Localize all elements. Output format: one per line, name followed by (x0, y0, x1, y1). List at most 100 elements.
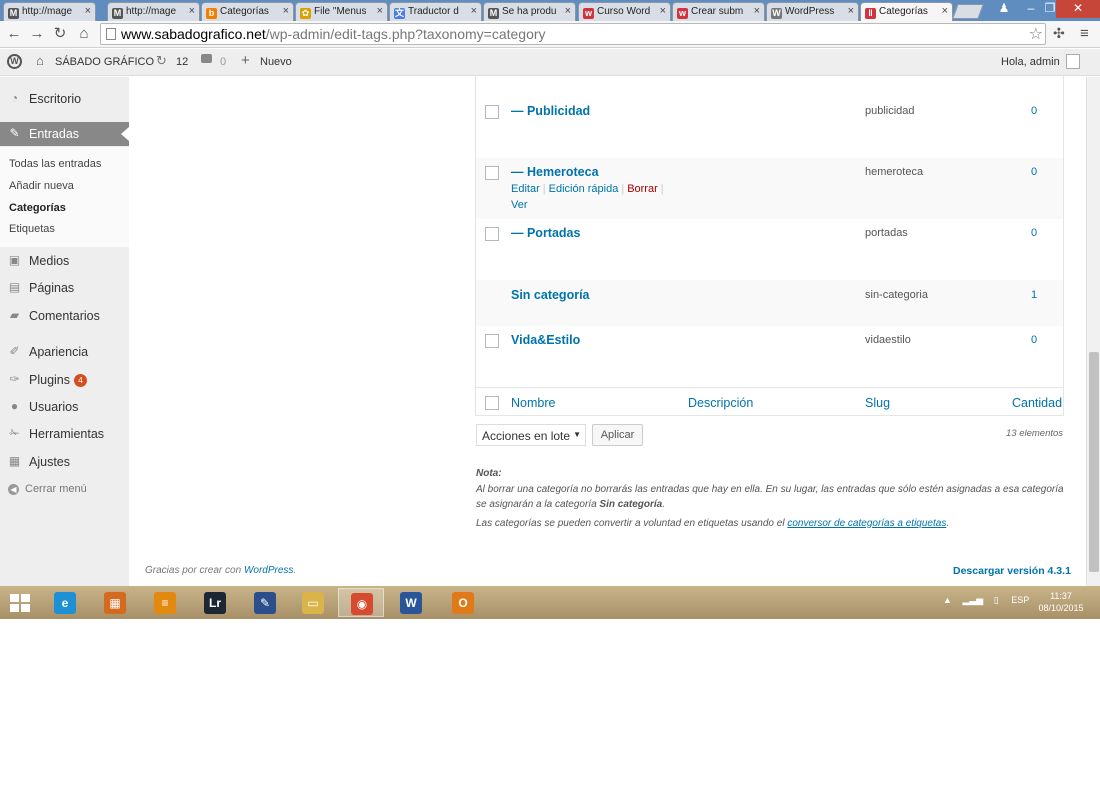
quick-edit-link[interactable]: Edición rápida (549, 183, 619, 195)
wordpress-link[interactable]: WordPress (244, 565, 293, 576)
show-hidden-icons-icon[interactable]: ▲ (943, 595, 952, 605)
comments-count[interactable]: 0 (220, 56, 226, 68)
category-count-link[interactable]: 0 (1031, 166, 1037, 178)
home-icon[interactable]: ⌂ (36, 53, 44, 68)
tab-close-icon[interactable]: × (848, 5, 854, 17)
category-converter-link[interactable]: conversor de categorías a etiquetas (787, 518, 946, 529)
browser-tab[interactable]: Mhttp://mage × (107, 2, 200, 21)
home-icon[interactable]: ⌂ (75, 25, 93, 43)
tab-close-icon[interactable]: × (565, 5, 571, 17)
howdy-account-link[interactable]: Hola, admin (1001, 56, 1060, 68)
sidebar-item-herramientas[interactable]: ✁ Herramientas (0, 422, 129, 446)
select-all-checkbox[interactable] (485, 396, 499, 410)
browser-tab[interactable]: 文 Traductor d × (389, 2, 482, 21)
sidebar-item-paginas[interactable]: ▤ Páginas (0, 276, 129, 300)
network-icon[interactable]: ▂▃▅ (962, 595, 983, 605)
plus-icon[interactable]: + (241, 52, 250, 69)
submenu-todas-las-entradas[interactable]: Todas las entradas (9, 158, 101, 170)
close-window-icon[interactable]: ✕ (1056, 0, 1100, 18)
battery-icon[interactable]: ▯ (994, 595, 999, 605)
row-checkbox[interactable] (485, 227, 499, 241)
forward-icon[interactable]: → (28, 25, 46, 43)
category-name-link[interactable]: — Portadas (511, 226, 580, 240)
sidebar-item-comentarios[interactable]: ▰ Comentarios (0, 304, 129, 328)
avatar[interactable] (1066, 54, 1080, 69)
url-text[interactable]: www.sabadografico.net/wp-admin/edit-tags… (121, 26, 546, 42)
taskbar-app-chrome[interactable]: ◉ (338, 588, 384, 617)
browser-tab[interactable]: Mhttp://mage × (3, 2, 96, 21)
browser-tab[interactable]: W WordPress × (766, 2, 859, 21)
browser-menu-icon[interactable]: ≡ (1080, 25, 1089, 42)
sidebar-item-plugins[interactable]: ✑ Plugins 4 (0, 368, 129, 392)
submenu-etiquetas[interactable]: Etiquetas (9, 223, 55, 235)
browser-tab[interactable]: ✿ File "Menus × (295, 2, 388, 21)
collapse-menu-button[interactable]: ◀ Cerrar menú (8, 483, 87, 495)
updates-icon[interactable]: ↻ (156, 53, 167, 69)
sidebar-item-ajustes[interactable]: ▦ Ajustes (0, 450, 129, 474)
tab-close-icon[interactable]: × (471, 5, 477, 17)
tab-close-icon[interactable]: × (189, 5, 195, 17)
comments-icon[interactable] (201, 54, 212, 63)
browser-tab[interactable]: b Categorías × (201, 2, 294, 21)
taskbar-app-ie[interactable]: e (42, 588, 88, 617)
tab-close-icon[interactable]: × (85, 5, 91, 17)
sidebar-item-medios[interactable]: ▣ Medios (0, 249, 129, 273)
row-checkbox[interactable] (485, 105, 499, 119)
page-scrollbar[interactable] (1086, 77, 1100, 586)
column-header-slug[interactable]: Slug (865, 396, 890, 410)
extension-icon[interactable]: ✣ (1053, 25, 1065, 42)
taskbar-clock[interactable]: 11:37 08/10/2015 (1036, 590, 1086, 614)
submenu-categorias[interactable]: Categorías (9, 202, 66, 214)
category-name-link[interactable]: — Hemeroteca (511, 165, 599, 179)
browser-tab[interactable]: M Se ha produ × (483, 2, 576, 21)
submenu-anadir-nueva[interactable]: Añadir nueva (9, 180, 74, 192)
taskbar-app-store[interactable]: ▦ (92, 588, 138, 617)
category-count-link[interactable]: 1 (1031, 289, 1037, 301)
tab-close-icon[interactable]: × (283, 5, 289, 17)
column-header-count[interactable]: Cantidad (1012, 396, 1062, 410)
download-version-link[interactable]: Descargar versión 4.3.1 (953, 565, 1071, 577)
edit-link[interactable]: Editar (511, 183, 540, 195)
category-count-link[interactable]: 0 (1031, 227, 1037, 239)
wordpress-logo-icon[interactable]: W (7, 54, 22, 69)
tab-close-icon[interactable]: × (754, 5, 760, 17)
taskbar-app-outlook[interactable]: O (440, 588, 486, 617)
taskbar-app-lightroom[interactable]: Lr (192, 588, 238, 617)
browser-tab[interactable]: w Curso Word × (578, 2, 671, 21)
bookmark-star-icon[interactable]: ☆ (1029, 24, 1043, 44)
taskbar-app-explorer[interactable]: ▭ (290, 588, 336, 617)
apply-button[interactable]: Aplicar (592, 424, 643, 446)
category-name-link[interactable]: — Publicidad (511, 104, 590, 118)
tab-close-icon[interactable]: × (377, 5, 383, 17)
row-checkbox[interactable] (485, 166, 499, 180)
category-count-link[interactable]: 0 (1031, 105, 1037, 117)
taskbar-app-pen[interactable]: ✎ (242, 588, 288, 617)
sidebar-item-escritorio[interactable]: ◔ Escritorio (0, 87, 129, 111)
windows-start-icon[interactable] (10, 594, 30, 612)
sidebar-item-usuarios[interactable]: ● Usuarios (0, 395, 129, 419)
category-name-link[interactable]: Vida&Estilo (511, 333, 580, 347)
taskbar-app-word[interactable]: W (388, 588, 434, 617)
scrollbar-thumb[interactable] (1089, 352, 1099, 572)
bulk-actions-select[interactable]: Acciones en lote ▼ (476, 424, 586, 446)
row-checkbox[interactable] (485, 334, 499, 348)
browser-tab[interactable]: ‖ Categorías × (860, 2, 953, 21)
view-link[interactable]: Ver (511, 199, 528, 211)
taskbar-app-notes[interactable]: ≡ (142, 588, 188, 617)
category-name-link[interactable]: Sin categoría (511, 288, 590, 302)
new-content-link[interactable]: Nuevo (260, 56, 292, 68)
back-icon[interactable]: ← (5, 25, 23, 43)
column-header-description[interactable]: Descripción (688, 396, 753, 410)
delete-link[interactable]: Borrar (627, 183, 658, 195)
browser-tab[interactable]: w Crear subm × (672, 2, 765, 21)
address-bar[interactable]: www.sabadografico.net/wp-admin/edit-tags… (100, 23, 1046, 45)
tab-close-icon[interactable]: × (942, 5, 948, 17)
category-count-link[interactable]: 0 (1031, 334, 1037, 346)
tab-close-icon[interactable]: × (660, 5, 666, 17)
user-icon[interactable]: ♟ (992, 0, 1016, 18)
site-name-link[interactable]: SÁBADO GRÁFICO (55, 56, 154, 68)
new-tab-button[interactable] (952, 4, 984, 19)
column-header-name[interactable]: Nombre (511, 396, 555, 410)
sidebar-item-apariencia[interactable]: ✐ Apariencia (0, 340, 129, 364)
sidebar-item-entradas[interactable]: ✎ Entradas (0, 122, 129, 146)
